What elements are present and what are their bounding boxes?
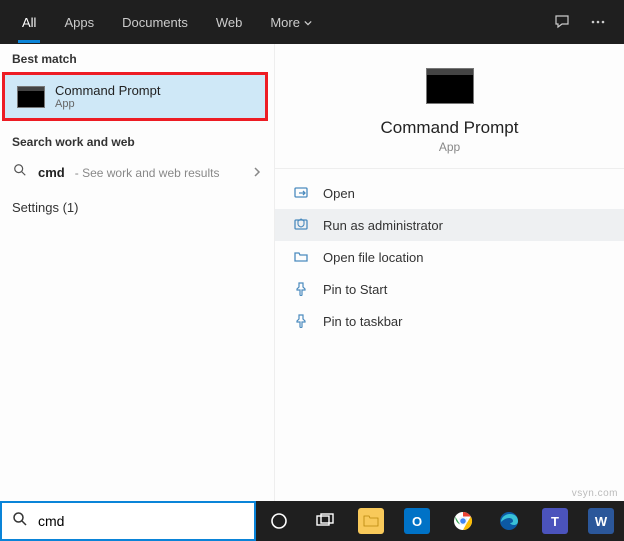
tab-documents[interactable]: Documents <box>108 0 202 44</box>
preview-subtitle: App <box>439 140 460 154</box>
search-icon <box>12 511 28 532</box>
search-web-query: cmd <box>38 165 65 180</box>
edge-button[interactable] <box>486 501 532 541</box>
admin-icon <box>293 217 309 233</box>
settings-results[interactable]: Settings (1) <box>0 190 274 225</box>
more-options-icon[interactable] <box>580 14 616 30</box>
taskbar-search-box[interactable] <box>0 501 256 541</box>
action-pin-to-start[interactable]: Pin to Start <box>275 273 624 305</box>
open-icon <box>293 185 309 201</box>
search-web-result[interactable]: cmd - See work and web results <box>0 155 274 190</box>
result-preview: Command Prompt App Open Run as administr… <box>275 44 624 501</box>
cortana-button[interactable] <box>256 501 302 541</box>
action-open-file-location[interactable]: Open file location <box>275 241 624 273</box>
best-match-label: Best match <box>0 44 274 72</box>
file-explorer-button[interactable] <box>348 501 394 541</box>
results-list: Best match Command Prompt App Search wor… <box>0 44 275 501</box>
taskbar: O T W <box>0 501 624 541</box>
action-run-as-administrator[interactable]: Run as administrator <box>275 209 624 241</box>
word-button[interactable]: W <box>578 501 624 541</box>
action-open[interactable]: Open <box>275 177 624 209</box>
action-pin-to-taskbar[interactable]: Pin to taskbar <box>275 305 624 337</box>
chevron-right-icon <box>252 164 262 182</box>
chrome-button[interactable] <box>440 501 486 541</box>
pin-icon <box>293 313 309 329</box>
feedback-icon[interactable] <box>544 14 580 30</box>
chevron-down-icon <box>304 15 312 30</box>
tab-apps[interactable]: Apps <box>50 0 108 44</box>
outlook-button[interactable]: O <box>394 501 440 541</box>
tab-all[interactable]: All <box>8 0 50 44</box>
taskbar-apps: O T W <box>256 501 624 541</box>
search-results-panel: Best match Command Prompt App Search wor… <box>0 44 624 501</box>
preview-actions: Open Run as administrator Open file loca… <box>275 169 624 345</box>
folder-icon <box>293 249 309 265</box>
best-match-subtitle: App <box>55 98 160 110</box>
task-view-button[interactable] <box>302 501 348 541</box>
command-prompt-icon <box>426 68 474 104</box>
search-icon <box>12 163 28 182</box>
preview-header: Command Prompt App <box>275 44 624 169</box>
tab-more[interactable]: More <box>256 0 326 44</box>
search-input[interactable] <box>38 513 244 529</box>
best-match-command-prompt[interactable]: Command Prompt App <box>2 72 268 121</box>
teams-button[interactable]: T <box>532 501 578 541</box>
search-web-label: Search work and web <box>0 127 274 155</box>
preview-title: Command Prompt <box>381 118 519 138</box>
command-prompt-icon <box>17 86 45 108</box>
best-match-title: Command Prompt <box>55 83 160 98</box>
search-web-hint: - See work and web results <box>75 166 220 180</box>
search-header: All Apps Documents Web More <box>0 0 624 44</box>
pin-icon <box>293 281 309 297</box>
tab-web[interactable]: Web <box>202 0 257 44</box>
